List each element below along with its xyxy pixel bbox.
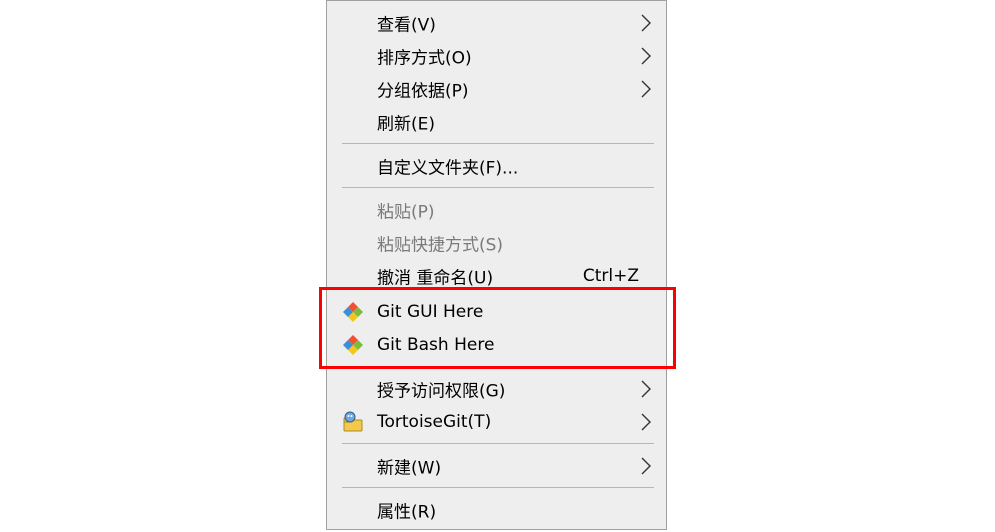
- menu-item-label: Git GUI Here: [377, 301, 484, 322]
- menu-item-git-gui-here[interactable]: Git GUI Here: [327, 295, 666, 328]
- menu-item-label: 粘贴(P): [377, 202, 435, 222]
- menu-separator: [342, 443, 654, 444]
- menu-item-paste-shortcut: 粘贴快捷方式(S): [327, 226, 666, 259]
- menu-item-new[interactable]: 新建(W): [327, 449, 666, 482]
- menu-item-label: 授予访问权限(G): [377, 381, 506, 401]
- menu-item-label: 属性(R): [377, 502, 437, 522]
- menu-item-label: 自定义文件夹(F)...: [377, 158, 519, 178]
- menu-item-paste: 粘贴(P): [327, 193, 666, 226]
- chevron-right-icon: [641, 457, 651, 474]
- menu-item-customize-folder[interactable]: 自定义文件夹(F)...: [327, 149, 666, 182]
- menu-separator: [342, 187, 654, 188]
- menu-item-label: TortoiseGit(T): [377, 411, 492, 432]
- menu-item-view[interactable]: 查看(V): [327, 6, 666, 39]
- menu-separator: [342, 487, 654, 488]
- menu-item-label: 分组依据(P): [377, 81, 469, 101]
- menu-item-properties[interactable]: 属性(R): [327, 493, 666, 526]
- git-icon: [343, 301, 363, 322]
- menu-item-sort-by[interactable]: 排序方式(O): [327, 39, 666, 72]
- tortoisegit-icon: [343, 411, 363, 431]
- menu-item-git-bash-here[interactable]: Git Bash Here: [327, 328, 666, 361]
- menu-item-label: 查看(V): [377, 15, 436, 35]
- git-icon: [343, 334, 363, 355]
- menu-item-label: Git Bash Here: [377, 334, 495, 355]
- menu-item-group-by[interactable]: 分组依据(P): [327, 72, 666, 105]
- chevron-right-icon: [641, 413, 651, 430]
- menu-item-undo-rename[interactable]: 撤消 重命名(U) Ctrl+Z: [327, 259, 666, 292]
- menu-item-label: 新建(W): [377, 458, 442, 478]
- chevron-right-icon: [641, 14, 651, 31]
- menu-item-shortcut: Ctrl+Z: [582, 265, 639, 286]
- menu-item-give-access[interactable]: 授予访问权限(G): [327, 372, 666, 405]
- menu-item-tortoisegit[interactable]: TortoiseGit(T): [327, 405, 666, 438]
- menu-item-refresh[interactable]: 刷新(E): [327, 105, 666, 138]
- chevron-right-icon: [641, 47, 651, 64]
- menu-item-label: 粘贴快捷方式(S): [377, 235, 504, 255]
- menu-item-label: 撤消 重命名(U): [377, 268, 494, 288]
- context-menu: 查看(V) 排序方式(O) 分组依据(P) 刷新(E) 自定义文件夹(F)...…: [326, 0, 667, 530]
- menu-item-label: 刷新(E): [377, 114, 436, 134]
- menu-separator: [342, 143, 654, 144]
- chevron-right-icon: [641, 80, 651, 97]
- menu-item-label: 排序方式(O): [377, 48, 472, 68]
- chevron-right-icon: [641, 380, 651, 397]
